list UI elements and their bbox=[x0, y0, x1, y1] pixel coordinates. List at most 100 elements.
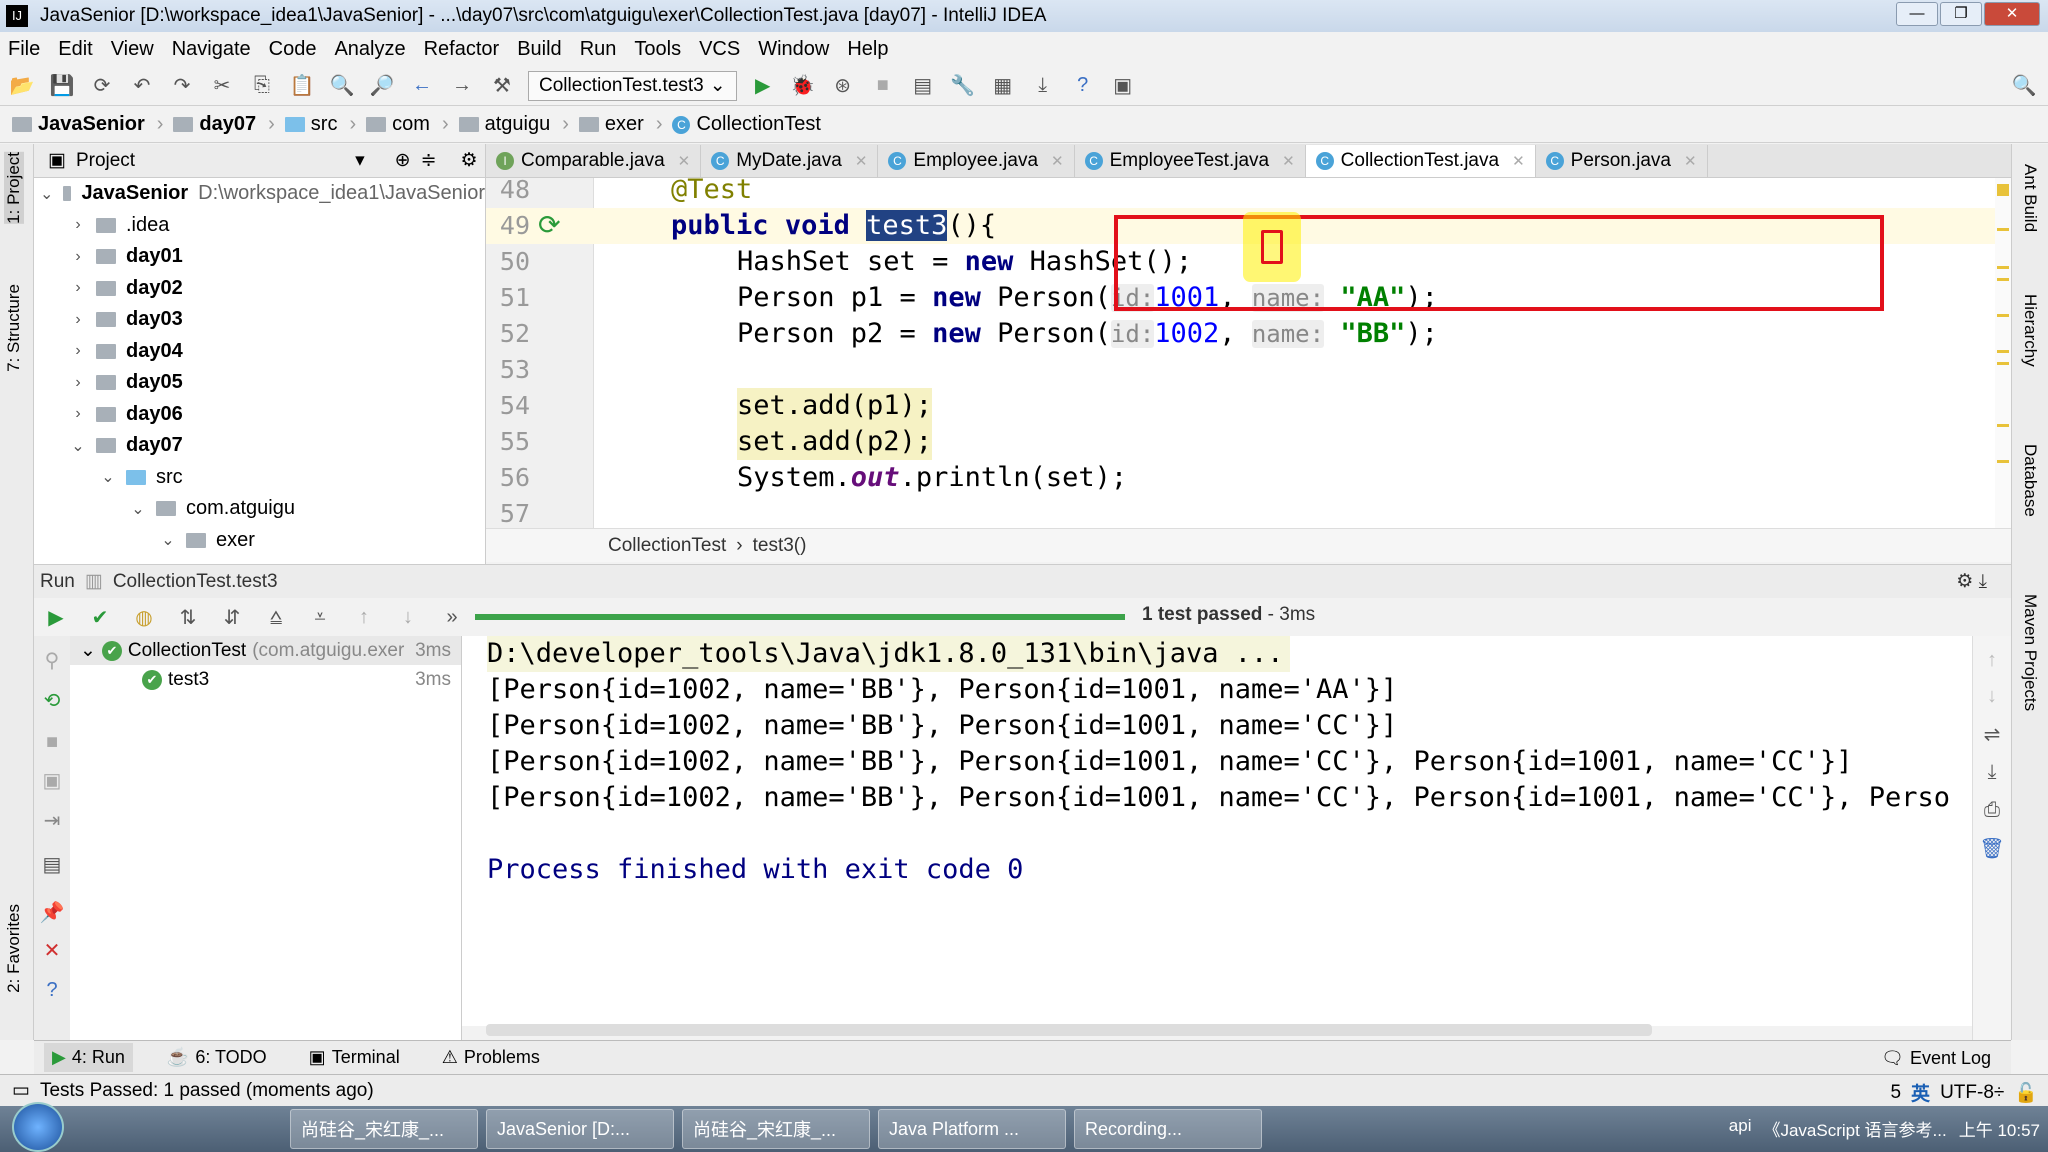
close-icon[interactable]: ✕ bbox=[1684, 152, 1697, 170]
breadcrumb-item[interactable]: C CollectionTest bbox=[672, 113, 831, 136]
chevron-right-icon[interactable]: › bbox=[70, 279, 86, 297]
show-ignored-icon[interactable]: ◍ bbox=[130, 603, 158, 631]
taskbar-item[interactable]: Recording... bbox=[1074, 1109, 1262, 1149]
project-tool-button[interactable]: 1: Project bbox=[4, 152, 24, 224]
debug-icon[interactable]: 🐞 bbox=[789, 72, 817, 100]
chevron-right-icon[interactable]: › bbox=[70, 405, 86, 423]
menu-file[interactable]: File bbox=[8, 38, 40, 61]
stop-icon[interactable]: ■ bbox=[869, 72, 897, 100]
export-icon[interactable]: ⇥ bbox=[38, 806, 66, 834]
rerun-failed-icon[interactable]: ⟲ bbox=[38, 686, 66, 714]
chevron-right-icon[interactable]: › bbox=[70, 216, 86, 234]
tool-tab-todo[interactable]: ☕ 6: TODO bbox=[159, 1043, 275, 1072]
clock[interactable]: 上午 10:57 bbox=[1959, 1116, 2040, 1141]
tool-tab-problems[interactable]: ⚠ Problems bbox=[434, 1043, 548, 1072]
search-everywhere-icon[interactable]: 🔍 bbox=[2010, 72, 2038, 100]
menu-vcs[interactable]: VCS bbox=[699, 38, 740, 61]
gear-icon[interactable]: ⚙ ⤓ bbox=[1956, 570, 1987, 593]
tree-item-exer[interactable]: ⌄ exer bbox=[34, 525, 485, 557]
start-button[interactable] bbox=[12, 1102, 64, 1152]
download-icon[interactable]: ⤓ bbox=[1029, 72, 1057, 100]
rerun-icon[interactable]: ▶ bbox=[42, 603, 70, 631]
tree-item-day01[interactable]: › day01 bbox=[34, 241, 485, 273]
tree-item-day03[interactable]: › day03 bbox=[34, 304, 485, 336]
soft-wrap-icon[interactable]: ⇌ bbox=[1978, 720, 2006, 748]
close-button[interactable]: ✕ bbox=[1984, 2, 2040, 26]
menu-edit[interactable]: Edit bbox=[58, 38, 92, 61]
close-icon[interactable]: ✕ bbox=[1051, 152, 1064, 170]
next-icon[interactable]: ↓ bbox=[394, 603, 422, 631]
replace-icon[interactable]: 🔎 bbox=[368, 72, 396, 100]
tree-item-day06[interactable]: › day06 bbox=[34, 399, 485, 431]
test-item[interactable]: ✔ test3 3ms bbox=[70, 665, 461, 694]
tree-item-src[interactable]: ⌄ src bbox=[34, 462, 485, 494]
chevron-right-icon[interactable]: › bbox=[70, 374, 86, 392]
prev-icon[interactable]: ↑ bbox=[350, 603, 378, 631]
sort-duration-icon[interactable]: ⇵ bbox=[218, 603, 246, 631]
taskbar-item[interactable]: JavaSenior [D:... bbox=[486, 1109, 674, 1149]
chevron-down-icon[interactable]: ▾ bbox=[355, 149, 365, 172]
console-output[interactable]: D:\developer_tools\Java\jdk1.8.0_131\bin… bbox=[462, 636, 1972, 1026]
chevron-down-icon[interactable]: ⌄ bbox=[40, 184, 53, 204]
chevron-down-icon[interactable]: ⌄ bbox=[160, 530, 176, 550]
breadcrumb-item[interactable]: atguigu › bbox=[458, 113, 579, 136]
scroll-down-icon[interactable]: ↓ bbox=[1978, 682, 2006, 710]
menu-build[interactable]: Build bbox=[517, 38, 561, 61]
expand-all-icon[interactable]: ⩠ bbox=[262, 603, 290, 631]
menu-window[interactable]: Window bbox=[758, 38, 829, 61]
find-icon[interactable]: 🔍 bbox=[328, 72, 356, 100]
chevron-right-icon[interactable]: › bbox=[70, 342, 86, 360]
sort-alpha-icon[interactable]: ⇅ bbox=[174, 603, 202, 631]
tab-collectiontest[interactable]: C CollectionTest.java ✕ bbox=[1305, 145, 1536, 177]
menu-run[interactable]: Run bbox=[580, 38, 617, 61]
menu-help[interactable]: Help bbox=[847, 38, 888, 61]
dump-icon[interactable]: ▣ bbox=[38, 766, 66, 794]
taskbar-item[interactable]: 尚硅谷_宋红康_... bbox=[682, 1109, 870, 1149]
collapse-all-icon[interactable]: ≑ bbox=[421, 149, 437, 172]
tool-tab-terminal[interactable]: ▣ Terminal bbox=[301, 1043, 408, 1072]
redo-icon[interactable]: ↷ bbox=[168, 72, 196, 100]
tab-employeetest[interactable]: C EmployeeTest.java ✕ bbox=[1075, 145, 1306, 177]
console-horizontal-scrollbar[interactable] bbox=[486, 1024, 1652, 1036]
chevron-right-icon[interactable]: › bbox=[70, 311, 86, 329]
crumb-class[interactable]: CollectionTest bbox=[608, 535, 726, 557]
close-icon[interactable]: ✕ bbox=[38, 936, 66, 964]
plugin-icon[interactable]: ▣ bbox=[1109, 72, 1137, 100]
chevron-down-icon[interactable]: ⌄ bbox=[70, 436, 86, 456]
breadcrumb-item[interactable]: com › bbox=[366, 113, 458, 136]
chevron-down-icon[interactable]: ⌄ bbox=[80, 639, 96, 662]
chevron-right-icon[interactable]: › bbox=[70, 248, 86, 266]
back-icon[interactable]: ← bbox=[408, 72, 436, 100]
vcs-icon[interactable]: ▤ bbox=[909, 72, 937, 100]
crumb-method[interactable]: test3() bbox=[753, 535, 807, 557]
show-passed-icon[interactable]: ✔ bbox=[86, 603, 114, 631]
taskbar-item[interactable]: Java Platform ... bbox=[878, 1109, 1066, 1149]
clear-icon[interactable]: 🗑 bbox=[1978, 834, 2006, 862]
tree-item-day02[interactable]: › day02 bbox=[34, 273, 485, 305]
coverage-icon[interactable]: ⊛ bbox=[829, 72, 857, 100]
menu-view[interactable]: View bbox=[111, 38, 154, 61]
help-icon[interactable]: ? bbox=[1069, 72, 1097, 100]
tree-item-.idea[interactable]: › .idea bbox=[34, 210, 485, 242]
sync-icon[interactable]: ⟳ bbox=[88, 72, 116, 100]
ant-build-tool-button[interactable]: Ant Build bbox=[2020, 164, 2040, 232]
chevron-down-icon[interactable]: ⌄ bbox=[100, 467, 116, 487]
stop-icon[interactable]: ■ bbox=[38, 728, 66, 756]
run-test-gutter-icon[interactable]: ⟳ bbox=[538, 208, 561, 244]
undo-icon[interactable]: ↶ bbox=[128, 72, 156, 100]
run-config-select[interactable]: CollectionTest.test3 ⌄ bbox=[528, 70, 737, 101]
tab-mydate[interactable]: C MyDate.java ✕ bbox=[701, 145, 879, 177]
run-icon[interactable]: ▶ bbox=[749, 72, 777, 100]
breadcrumb-item[interactable]: exer › bbox=[578, 113, 673, 136]
database-tool-button[interactable]: Database bbox=[2020, 444, 2040, 517]
project-structure-icon[interactable]: ▦ bbox=[989, 72, 1017, 100]
run-config-tab[interactable]: CollectionTest.test3 bbox=[113, 571, 278, 593]
close-icon[interactable]: ✕ bbox=[1282, 152, 1295, 170]
tree-item-day04[interactable]: › day04 bbox=[34, 336, 485, 368]
lock-icon[interactable]: 🔓 bbox=[2014, 1081, 2038, 1105]
taskbar-text[interactable]: api bbox=[1729, 1116, 1752, 1141]
menu-navigate[interactable]: Navigate bbox=[172, 38, 251, 61]
tool-tab-run[interactable]: ▶ 4: Run bbox=[44, 1043, 133, 1072]
tab-person[interactable]: C Person.java ✕ bbox=[1536, 145, 1708, 177]
maximize-button[interactable]: ❐ bbox=[1940, 2, 1982, 26]
